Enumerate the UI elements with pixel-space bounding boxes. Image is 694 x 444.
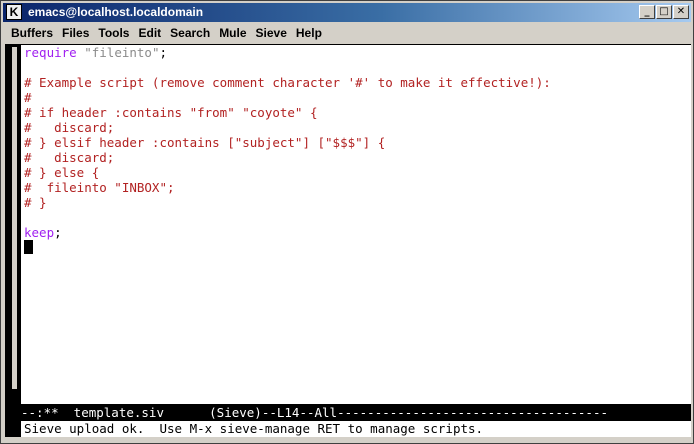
menu-mule[interactable]: Mule <box>213 23 249 43</box>
maximize-icon: □ <box>659 6 669 17</box>
code-token: # fileinto "INBOX"; <box>24 180 175 195</box>
code-line[interactable]: # <box>24 90 551 105</box>
code-line[interactable]: # discard; <box>24 120 551 135</box>
code-token: # <box>24 90 32 105</box>
code-line[interactable]: # if header :contains "from" "coyote" { <box>24 105 551 120</box>
text-cursor <box>24 240 33 254</box>
vertical-scrollbar[interactable] <box>12 47 17 389</box>
code-token: # discard; <box>24 120 115 135</box>
code-token: ; <box>54 225 62 240</box>
window-title: emacs@localhost.localdomain <box>28 5 204 19</box>
code-token: # } else { <box>24 165 100 180</box>
menu-sieve[interactable]: Sieve <box>250 23 290 43</box>
minimize-button[interactable]: _ <box>639 5 655 19</box>
editor-buffer[interactable]: require "fileinto"; # Example script (rem… <box>21 45 691 404</box>
code-line[interactable]: require "fileinto"; <box>24 45 551 60</box>
code-line[interactable]: # discard; <box>24 150 551 165</box>
code-line[interactable]: keep; <box>24 225 551 240</box>
menu-bar: Buffers Files Tools Edit Search Mule Sieve Help <box>3 23 691 43</box>
code-token: # Example script (remove comment charact… <box>24 75 551 90</box>
code-token: require <box>24 45 77 60</box>
code-line[interactable] <box>24 240 551 255</box>
close-icon: ✕ <box>676 6 686 17</box>
menu-files[interactable]: Files <box>56 23 92 43</box>
code-token: # } elsif header :contains ["subject"] [… <box>24 135 386 150</box>
code-token: # discard; <box>24 150 115 165</box>
menu-edit[interactable]: Edit <box>132 23 164 43</box>
menu-help[interactable]: Help <box>290 23 325 43</box>
mode-line: --:** template.siv (Sieve)--L14--All----… <box>21 405 691 420</box>
code-line[interactable] <box>24 60 551 75</box>
code-line[interactable]: # fileinto "INBOX"; <box>24 180 551 195</box>
minibuffer[interactable]: Sieve upload ok. Use M-x sieve-manage RE… <box>21 421 691 437</box>
kde-app-icon[interactable]: K <box>6 4 22 20</box>
close-button[interactable]: ✕ <box>673 5 689 19</box>
code-text[interactable]: require "fileinto"; # Example script (rem… <box>24 45 551 255</box>
code-line[interactable]: # } <box>24 195 551 210</box>
code-token: ; <box>159 45 168 60</box>
maximize-button[interactable]: □ <box>656 5 672 19</box>
code-token: # if header :contains "from" "coyote" { <box>24 105 318 120</box>
code-line[interactable]: # } elsif header :contains ["subject"] [… <box>24 135 551 150</box>
menu-buffers[interactable]: Buffers <box>3 23 56 43</box>
title-bar[interactable]: K emacs@localhost.localdomain _ □ ✕ <box>3 3 691 22</box>
code-token: "fileinto" <box>84 45 160 60</box>
code-token: keep <box>24 225 55 240</box>
code-line[interactable]: # } else { <box>24 165 551 180</box>
minimize-icon: _ <box>644 6 650 17</box>
code-line[interactable] <box>24 210 551 225</box>
emacs-window: K emacs@localhost.localdomain _ □ ✕ Buff… <box>0 0 694 444</box>
minibuffer-fringe <box>5 405 21 437</box>
code-token: # } <box>24 195 47 210</box>
menu-tools[interactable]: Tools <box>92 23 132 43</box>
code-line[interactable]: # Example script (remove comment charact… <box>24 75 551 90</box>
menu-search[interactable]: Search <box>164 23 213 43</box>
